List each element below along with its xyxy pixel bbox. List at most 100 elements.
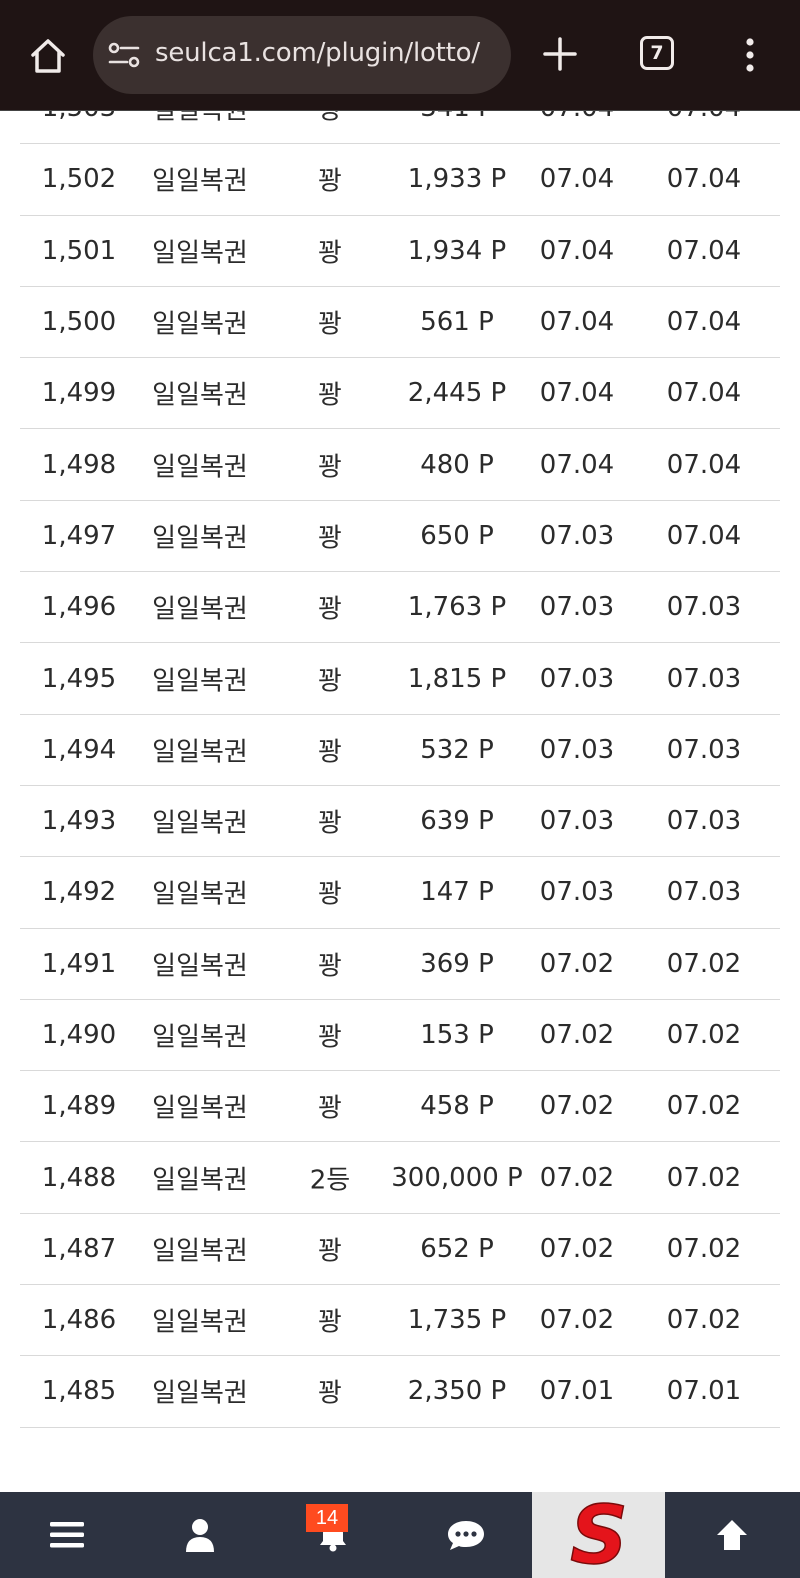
row-number: 1,494: [41, 734, 117, 765]
new-tab-button[interactable]: [540, 34, 580, 74]
rank: 꽝: [318, 1378, 342, 1409]
row-number: 1,485: [41, 1376, 117, 1407]
site-logo-button[interactable]: S: [532, 1492, 665, 1578]
draw-date: 07.02: [539, 1305, 615, 1336]
payout-date: 07.02: [666, 1162, 742, 1193]
tab-switcher-button[interactable]: 7: [640, 36, 674, 70]
lottery-name: 일일복권: [152, 1165, 248, 1196]
rank: 2등: [309, 1165, 351, 1196]
scroll-top-button[interactable]: [665, 1492, 798, 1578]
chat-button[interactable]: [399, 1492, 532, 1578]
table-row: 1,488 일일복권 2등 300,000 P 07.02 07.02: [20, 1142, 780, 1214]
home-button[interactable]: [22, 30, 74, 82]
bottom-navigation: 14 S: [0, 1492, 800, 1578]
prize-amount: 639 P: [420, 806, 494, 837]
lottery-name: 일일복권: [152, 166, 248, 197]
table-row: 1,486 일일복권 꽝 1,735 P 07.02 07.02: [20, 1285, 780, 1357]
payout-date: 07.04: [666, 378, 742, 409]
arrow-up-icon: [716, 1520, 747, 1550]
notification-badge: 14: [306, 1504, 348, 1532]
row-number: 1,500: [41, 307, 117, 338]
row-number: 1,499: [41, 378, 117, 409]
rank: 꽝: [318, 309, 342, 340]
draw-date: 07.03: [539, 734, 615, 765]
table-row: 1,502 일일복권 꽝 1,933 P 07.04 07.04: [20, 144, 780, 216]
row-number: 1,488: [41, 1162, 117, 1193]
payout-date: 07.02: [666, 1020, 742, 1050]
draw-date: 07.03: [539, 520, 615, 551]
lottery-name: 일일복권: [152, 1307, 248, 1338]
rank: 꽝: [318, 1022, 342, 1053]
lottery-name: 일일복권: [152, 879, 248, 910]
rank: 꽝: [318, 452, 342, 483]
url-text[interactable]: seulca1.com/plugin/lotto/: [155, 38, 480, 68]
rank: 꽝: [318, 523, 342, 554]
rank: 꽝: [318, 951, 342, 982]
row-number: 1,490: [41, 1020, 117, 1050]
payout-date: 07.03: [666, 663, 742, 694]
site-logo-icon: S: [569, 1497, 628, 1573]
menu-button[interactable]: [0, 1492, 133, 1578]
draw-date: 07.04: [539, 235, 615, 266]
row-number: 1,487: [41, 1233, 117, 1264]
table-row: 1,499 일일복권 꽝 2,445 P 07.04 07.04: [20, 358, 780, 430]
profile-button[interactable]: [133, 1492, 266, 1578]
site-settings-icon[interactable]: [107, 40, 141, 70]
chat-icon: [447, 1521, 484, 1550]
prize-amount: 561 P: [420, 307, 494, 338]
rank: 꽝: [318, 1307, 342, 1338]
lottery-name: 일일복권: [152, 380, 248, 411]
prize-amount: 2,350 P: [407, 1376, 507, 1407]
draw-date: 07.02: [539, 1162, 615, 1193]
draw-date: 07.01: [539, 1376, 615, 1407]
row-number: 1,496: [41, 592, 117, 623]
address-bar[interactable]: seulca1.com/plugin/lotto/: [93, 16, 511, 94]
lottery-name: 일일복권: [152, 1236, 248, 1267]
draw-date: 07.03: [539, 877, 615, 908]
payout-date: 07.03: [666, 734, 742, 765]
prize-amount: 1,815 P: [407, 663, 507, 694]
lottery-name: 일일복권: [152, 1093, 248, 1124]
payout-date: 07.03: [666, 806, 742, 837]
browser-menu-button[interactable]: [738, 36, 762, 76]
prize-amount: 532 P: [420, 734, 494, 765]
payout-date: 07.02: [666, 1305, 742, 1336]
rank: 꽝: [318, 1236, 342, 1267]
draw-date: 07.03: [539, 806, 615, 837]
table-row: 1,485 일일복권 꽝 2,350 P 07.01 07.01: [20, 1356, 780, 1428]
lottery-name: 일일복권: [152, 452, 248, 483]
site-logo-letter: S: [570, 1497, 628, 1573]
payout-date: 07.02: [666, 1091, 742, 1122]
lotto-history-table: 1,503일일복권꽝341 P07.0407.041,502일일복권꽝1,933…: [0, 73, 800, 1428]
prize-amount: 458 P: [420, 1091, 494, 1122]
rank: 꽝: [318, 879, 342, 910]
prize-amount: 153 P: [420, 1020, 494, 1050]
prize-amount: 480 P: [420, 449, 494, 480]
payout-date: 07.04: [666, 520, 742, 551]
row-number: 1,502: [41, 164, 117, 195]
draw-date: 07.02: [539, 948, 615, 979]
lottery-name: 일일복권: [152, 1378, 248, 1409]
prize-amount: 1,933 P: [407, 164, 507, 195]
table-row: 1,489 일일복권 꽝 458 P 07.02 07.02: [20, 1071, 780, 1143]
rank: 꽝: [318, 166, 342, 197]
table-row: 1,501 일일복권 꽝 1,934 P 07.04 07.04: [20, 216, 780, 287]
row-number: 1,492: [41, 877, 117, 908]
payout-date: 07.03: [666, 592, 742, 623]
row-number: 1,501: [41, 235, 117, 266]
draw-date: 07.03: [539, 663, 615, 694]
home-icon: [31, 39, 65, 73]
notifications-button[interactable]: 14: [266, 1492, 399, 1578]
rank: 꽝: [318, 238, 342, 269]
row-number: 1,491: [41, 948, 117, 979]
hamburger-menu-icon: [49, 1522, 84, 1548]
table-row: 1,491 일일복권 꽝 369 P 07.02 07.02: [20, 929, 780, 1000]
rank: 꽝: [318, 808, 342, 839]
table-row: 1,497 일일복권 꽝 650 P 07.03 07.04: [20, 501, 780, 573]
draw-date: 07.04: [539, 307, 615, 338]
browser-toolbar: seulca1.com/plugin/lotto/ 7: [0, 0, 800, 111]
prize-amount: 147 P: [420, 877, 494, 908]
draw-date: 07.04: [539, 378, 615, 409]
lottery-name: 일일복권: [152, 309, 248, 340]
lottery-name: 일일복권: [152, 808, 248, 839]
